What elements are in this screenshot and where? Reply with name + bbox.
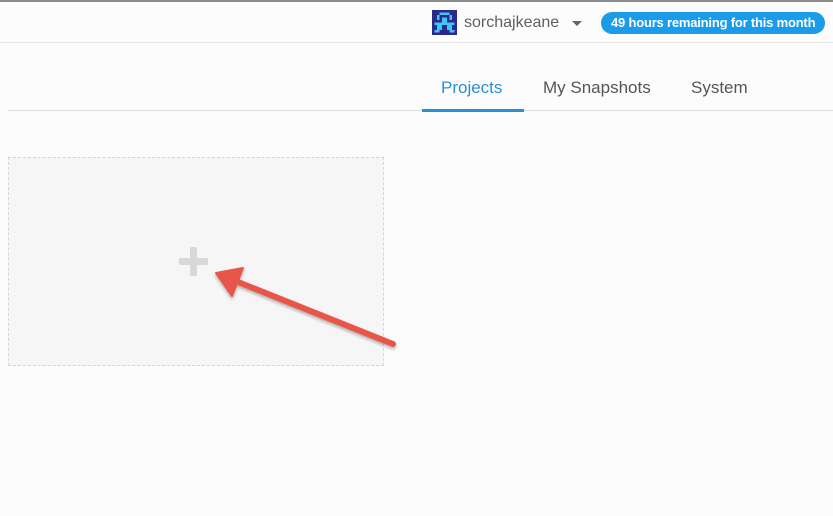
pixel-avatar-icon[interactable]	[432, 10, 457, 35]
plus-icon[interactable]	[179, 247, 208, 276]
tab-my-snapshots[interactable]: My Snapshots	[543, 78, 651, 98]
new-project-card[interactable]	[8, 157, 384, 366]
hours-remaining-badge: 49 hours remaining for this month	[601, 12, 826, 34]
header-bar: sorchajkeane 49 hours remaining for this…	[0, 2, 833, 43]
username-menu[interactable]: sorchajkeane	[464, 13, 559, 33]
caret-down-icon[interactable]	[572, 21, 582, 26]
active-tab-indicator	[422, 109, 524, 112]
tab-bar-divider	[8, 110, 833, 111]
tab-system[interactable]: System	[691, 78, 748, 98]
app-window: sorchajkeane 49 hours remaining for this…	[0, 0, 833, 516]
tab-projects[interactable]: Projects	[441, 78, 502, 98]
